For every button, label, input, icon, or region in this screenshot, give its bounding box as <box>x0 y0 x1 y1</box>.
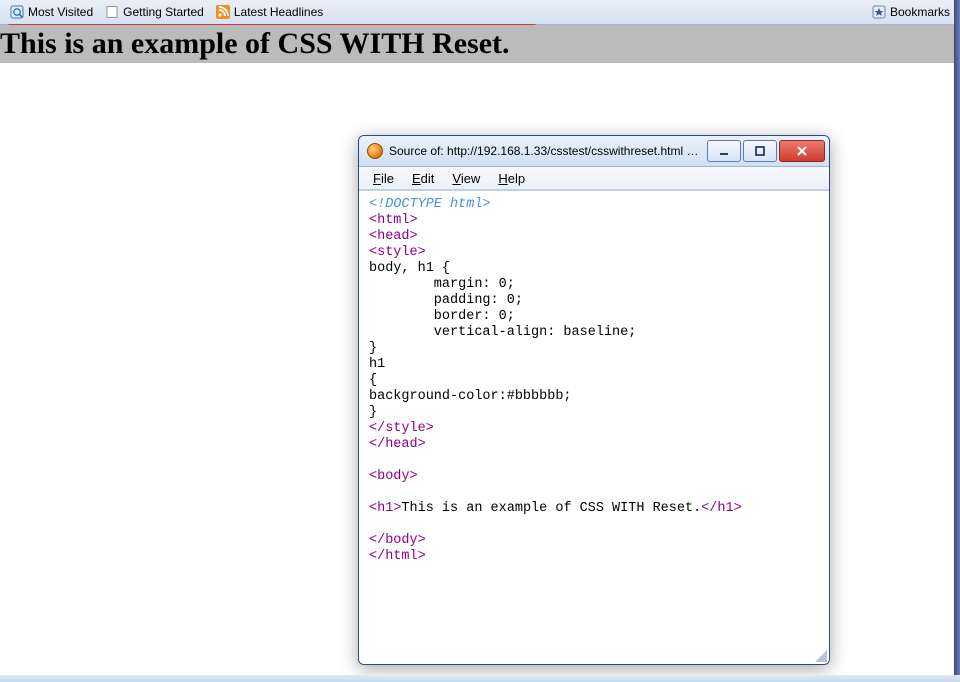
bookmarks-menu-label: Bookmarks <box>890 5 950 19</box>
bookmark-label: Getting Started <box>123 5 204 19</box>
window-buttons <box>705 140 825 162</box>
menu-help[interactable]: Help <box>490 169 533 188</box>
source-titlebar[interactable]: Source of: http://192.168.1.33/csstest/c… <box>359 136 829 167</box>
menu-file[interactable]: File <box>365 169 402 188</box>
source-body[interactable]: <!DOCTYPE html> <html> <head> <style> bo… <box>359 190 829 664</box>
source-viewer-window: Source of: http://192.168.1.33/csstest/c… <box>358 135 830 665</box>
maximize-button[interactable] <box>743 140 777 162</box>
source-title: Source of: http://192.168.1.33/csstest/c… <box>389 144 699 158</box>
bookmarks-menu[interactable]: Bookmarks <box>866 3 956 21</box>
minimize-button[interactable] <box>707 140 741 162</box>
page-heading: This is an example of CSS WITH Reset. <box>0 25 954 63</box>
bookmark-item-latest-headlines[interactable]: Latest Headlines <box>210 3 329 21</box>
page-icon <box>105 5 119 19</box>
bookmarks-icon <box>872 5 886 19</box>
bookmark-item-getting-started[interactable]: Getting Started <box>99 3 210 21</box>
window-frame-bottom <box>0 675 960 682</box>
bookmarks-toolbar: Most Visited Getting Started Latest Head… <box>0 0 960 25</box>
resize-grip-icon[interactable] <box>813 648 827 662</box>
most-visited-icon <box>10 5 24 19</box>
window-frame-right <box>954 0 960 682</box>
firefox-icon <box>367 143 383 159</box>
source-code: <!DOCTYPE html> <html> <head> <style> bo… <box>359 191 829 571</box>
bookmark-label: Latest Headlines <box>234 5 323 19</box>
source-menubar: File Edit View Help <box>359 167 829 190</box>
menu-edit[interactable]: Edit <box>404 169 442 188</box>
bookmark-item-most-visited[interactable]: Most Visited <box>4 3 99 21</box>
rss-icon <box>216 5 230 19</box>
close-button[interactable] <box>779 140 825 162</box>
menu-view[interactable]: View <box>444 169 488 188</box>
bookmark-label: Most Visited <box>28 5 93 19</box>
